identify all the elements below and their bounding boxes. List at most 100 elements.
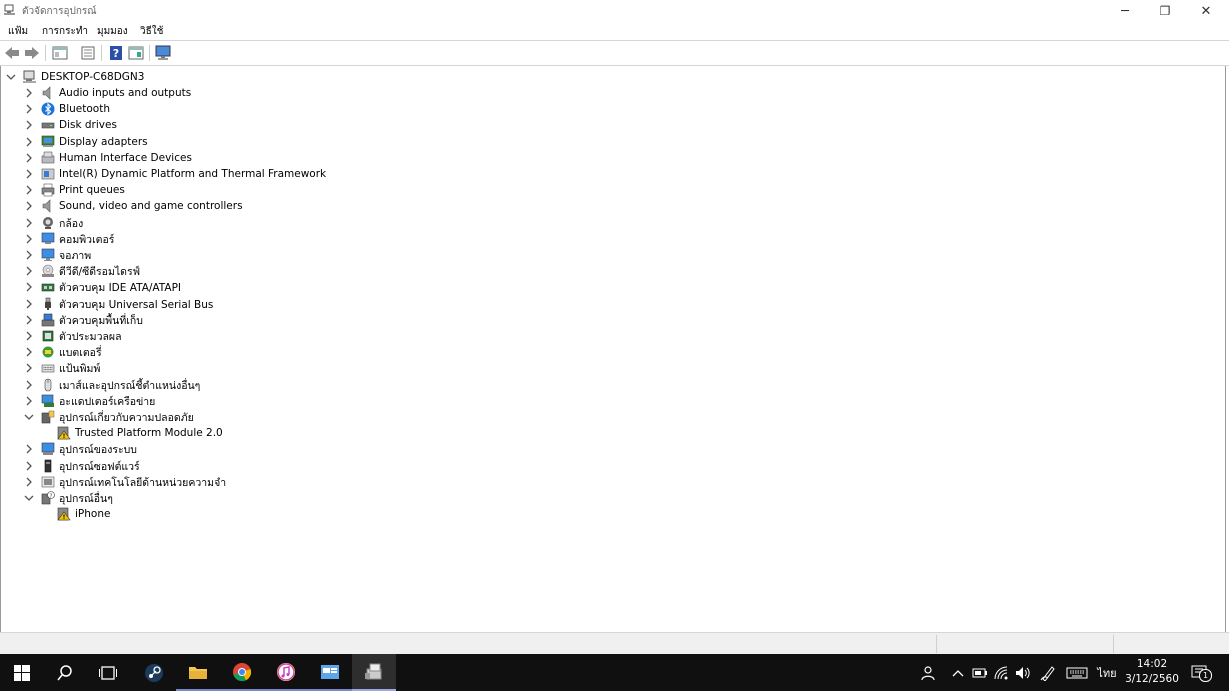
chevron-right-icon[interactable] bbox=[23, 443, 35, 455]
chevron-down-icon[interactable] bbox=[5, 71, 17, 83]
tree-category-item[interactable]: แบตเตอรี่ bbox=[23, 344, 102, 360]
chevron-right-icon[interactable] bbox=[23, 298, 35, 310]
chevron-right-icon[interactable] bbox=[23, 265, 35, 277]
device-manager-taskbar-button[interactable] bbox=[352, 654, 396, 691]
tree-category-item[interactable]: อุปกรณ์เกี่ยวกับความปลอดภัย bbox=[23, 409, 194, 425]
chevron-right-icon[interactable] bbox=[23, 314, 35, 326]
show-hidden-icons-button[interactable] bbox=[950, 664, 966, 682]
chevron-right-icon[interactable] bbox=[23, 346, 35, 358]
tree-category-item[interactable]: อะแดปเตอร์เครือข่าย bbox=[23, 393, 155, 409]
menu-view[interactable]: มุมมอง bbox=[97, 24, 128, 39]
properties-button[interactable] bbox=[79, 44, 97, 62]
chevron-right-icon[interactable] bbox=[23, 460, 35, 472]
chevron-right-icon[interactable] bbox=[23, 379, 35, 391]
forward-button[interactable] bbox=[23, 44, 41, 62]
tree-device-item[interactable]: Trusted Platform Module 2.0 bbox=[57, 425, 223, 441]
tree-category-item[interactable]: ตัวควบคุม Universal Serial Bus bbox=[23, 296, 213, 312]
tree-category-item[interactable]: Display adapters bbox=[23, 134, 148, 150]
chevron-right-icon[interactable] bbox=[23, 87, 35, 99]
battery-tray-button[interactable] bbox=[970, 664, 990, 682]
tree-category-item[interactable]: คอมพิวเตอร์ bbox=[23, 231, 114, 247]
itunes-button[interactable] bbox=[264, 654, 308, 691]
tree-category-item[interactable]: ตัวประมวลผล bbox=[23, 328, 122, 344]
tree-category-item[interactable]: แป้นพิมพ์ bbox=[23, 360, 100, 376]
chevron-right-icon[interactable] bbox=[23, 249, 35, 261]
tree-device-item[interactable]: iPhone bbox=[57, 506, 110, 522]
tree-category-item[interactable]: Bluetooth bbox=[23, 101, 110, 117]
start-button[interactable] bbox=[0, 654, 44, 691]
chevron-right-icon[interactable] bbox=[23, 395, 35, 407]
tree-category-item[interactable]: ตัวควบคุม IDE ATA/ATAPI bbox=[23, 279, 181, 295]
tree-category-label: ตัวประมวลผล bbox=[59, 330, 122, 343]
steam-button[interactable] bbox=[132, 654, 176, 691]
software-device-icon bbox=[41, 459, 55, 473]
search-button[interactable] bbox=[43, 654, 87, 691]
show-hidden-button[interactable] bbox=[127, 44, 145, 62]
minimize-button[interactable]: ─ bbox=[1105, 0, 1145, 22]
file-explorer-button[interactable] bbox=[176, 654, 220, 691]
properties-view-button[interactable] bbox=[51, 44, 69, 62]
tree-category-item[interactable]: Print queues bbox=[23, 182, 125, 198]
tree-category-item[interactable]: Human Interface Devices bbox=[23, 150, 192, 166]
tree-category-item[interactable]: เมาส์และอุปกรณ์ชี้ตำแหน่งอื่นๆ bbox=[23, 377, 200, 393]
speaker-icon bbox=[41, 86, 55, 100]
chevron-right-icon[interactable] bbox=[23, 281, 35, 293]
chevron-right-icon[interactable] bbox=[23, 152, 35, 164]
tree-category-item[interactable]: อุปกรณ์ของระบบ bbox=[23, 441, 137, 457]
chevron-right-icon[interactable] bbox=[23, 330, 35, 342]
wifi-tray-button[interactable] bbox=[992, 664, 1012, 682]
tree-category-item[interactable]: Sound, video and game controllers bbox=[23, 198, 243, 214]
tree-category-label: จอภาพ bbox=[59, 249, 92, 262]
tree-category-item[interactable]: ตัวควบคุมพื้นที่เก็บ bbox=[23, 312, 143, 328]
action-center-button[interactable]: 1 bbox=[1188, 664, 1212, 682]
people-icon bbox=[921, 666, 935, 681]
chevron-right-icon[interactable] bbox=[23, 136, 35, 148]
tree-category-label: ตัวควบคุม IDE ATA/ATAPI bbox=[59, 281, 182, 294]
memory-device-icon bbox=[41, 475, 55, 489]
help-button[interactable]: ? bbox=[107, 44, 125, 62]
chevron-right-icon[interactable] bbox=[23, 362, 35, 374]
people-button[interactable] bbox=[917, 664, 937, 682]
chevron-down-icon[interactable] bbox=[23, 492, 35, 504]
menu-file[interactable]: แฟ้ม bbox=[8, 24, 28, 39]
control-panel-button[interactable] bbox=[308, 654, 352, 691]
chrome-button[interactable] bbox=[220, 654, 264, 691]
task-view-button[interactable] bbox=[86, 654, 130, 691]
menu-action[interactable]: การกระทำ bbox=[42, 24, 88, 39]
tree-category-label: อุปกรณ์ของระบบ bbox=[59, 443, 137, 456]
tree-category-item[interactable]: Disk drives bbox=[23, 117, 117, 133]
tree-category-item[interactable]: จอภาพ bbox=[23, 247, 91, 263]
tree-category-item[interactable]: ? อุปกรณ์อื่นๆ bbox=[23, 490, 113, 506]
monitor-scan-icon bbox=[155, 45, 171, 60]
chevron-right-icon[interactable] bbox=[23, 184, 35, 196]
clock-time: 14:02 bbox=[1136, 658, 1168, 670]
chevron-right-icon[interactable] bbox=[23, 168, 35, 180]
chevron-right-icon[interactable] bbox=[23, 200, 35, 212]
tree-category-label: แบตเตอรี่ bbox=[59, 346, 102, 359]
chevron-right-icon[interactable] bbox=[23, 119, 35, 131]
tree-device-label: iPhone bbox=[75, 508, 111, 520]
menu-help[interactable]: วิธีใช้ bbox=[140, 24, 163, 39]
tree-category-item[interactable]: อุปกรณ์ซอฟต์แวร์ bbox=[23, 458, 140, 474]
tree-category-item[interactable]: Intel(R) Dynamic Platform and Thermal Fr… bbox=[23, 166, 326, 182]
close-icon: ✕ bbox=[1200, 3, 1212, 19]
back-button[interactable] bbox=[3, 44, 21, 62]
scan-hardware-button[interactable] bbox=[155, 44, 173, 62]
tree-category-item[interactable]: Audio inputs and outputs bbox=[23, 85, 191, 101]
chevron-right-icon[interactable] bbox=[23, 103, 35, 115]
tree-category-item[interactable]: อุปกรณ์เทคโนโลยีด้านหน่วยความจำ bbox=[23, 474, 226, 490]
chevron-right-icon[interactable] bbox=[23, 233, 35, 245]
clock[interactable]: 14:02 3/12/2560 bbox=[1122, 657, 1182, 687]
chevron-down-icon[interactable] bbox=[23, 411, 35, 423]
restore-button[interactable]: ❐ bbox=[1145, 0, 1185, 22]
touch-keyboard-button[interactable] bbox=[1064, 664, 1090, 682]
chevron-right-icon[interactable] bbox=[23, 217, 35, 229]
language-indicator[interactable]: ไทย bbox=[1094, 664, 1120, 682]
close-button[interactable]: ✕ bbox=[1186, 0, 1226, 22]
pen-workspace-button[interactable] bbox=[1038, 664, 1058, 682]
tree-category-item[interactable]: ดีวีดี/ซีดีรอมไดรฟ์ bbox=[23, 263, 140, 279]
tree-category-item[interactable]: กล้อง bbox=[23, 215, 83, 231]
chevron-right-icon[interactable] bbox=[23, 476, 35, 488]
tree-root[interactable]: DESKTOP-C68DGN3 bbox=[5, 69, 144, 85]
volume-tray-button[interactable] bbox=[1013, 664, 1033, 682]
